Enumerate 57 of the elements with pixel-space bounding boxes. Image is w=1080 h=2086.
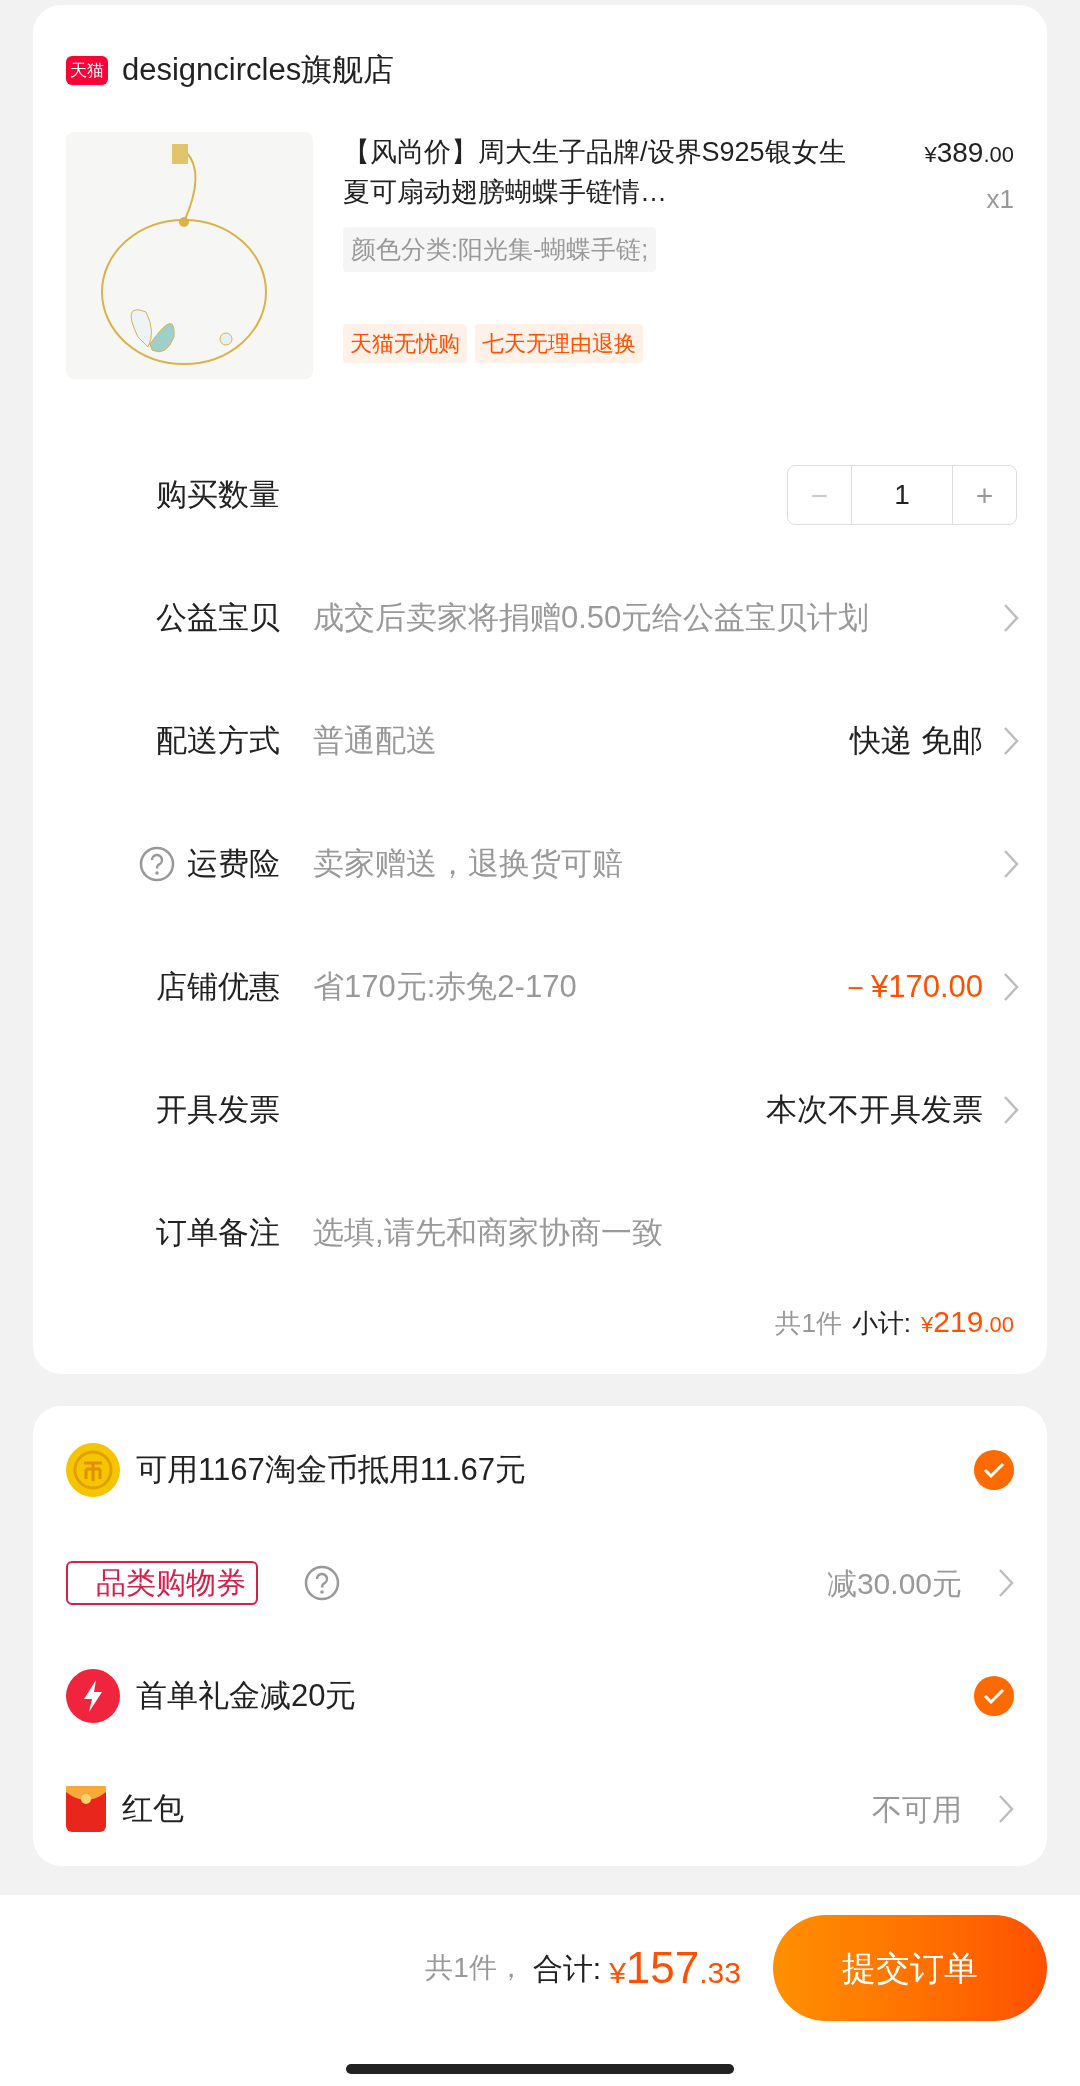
chevron-right-icon	[1003, 849, 1019, 879]
coupon-tag: 品类购物券	[66, 1561, 258, 1605]
chevron-right-icon	[998, 1794, 1014, 1824]
help-icon[interactable]	[304, 1565, 340, 1601]
benefit-value: 不可用	[872, 1791, 962, 1828]
store-badge: 天猫	[66, 55, 108, 85]
chevron-right-icon	[998, 1568, 1014, 1598]
benefit-label: 可用1167淘金币抵用11.67元	[136, 1450, 526, 1489]
row-label: 购买数量	[156, 475, 280, 514]
row-value: 卖家赠送，退换货可赔	[313, 845, 624, 883]
row-value: 普通配送	[313, 722, 438, 760]
row-label: 公益宝贝	[156, 598, 280, 637]
chevron-right-icon	[1003, 726, 1019, 756]
note-input-field[interactable]: 选填,请先和商家协商一致	[313, 1209, 1019, 1257]
option-row[interactable]: 本次不开具发票	[280, 1086, 1019, 1134]
option-row[interactable]: 卖家赠送，退换货可赔	[280, 841, 1019, 887]
subtotal-amount: ¥219.00	[921, 1303, 1014, 1340]
help-icon[interactable]	[139, 846, 175, 882]
row-detail: 快递 免邮	[850, 721, 983, 760]
coin-icon	[66, 1443, 120, 1497]
option-row[interactable]: 成交后卖家将捐赠0.50元给公益宝贝计划	[280, 595, 1019, 641]
total-label: 合计:	[532, 1950, 602, 1987]
row-label: 开具发票	[156, 1090, 280, 1129]
row-value: 省170元:赤兔2-170	[313, 968, 578, 1006]
row-detail: 本次不开具发票	[766, 1090, 983, 1129]
subtotal-label: 小计:	[851, 1306, 912, 1340]
row-label: 店铺优惠	[156, 967, 280, 1006]
total-count: 共1件，	[425, 1951, 525, 1985]
product-price: ¥389.00	[924, 135, 1014, 170]
service-tag: 七天无理由退换	[475, 324, 643, 363]
increase-button[interactable]: +	[952, 466, 1016, 524]
sku-option[interactable]: 颜色分类:阳光集-蝴蝶手链;	[343, 226, 657, 272]
row-label: 配送方式	[156, 721, 280, 760]
checkbox[interactable]	[974, 1676, 1014, 1716]
row-label: 运费险	[187, 844, 280, 883]
store-name[interactable]: designcircles旗舰店	[122, 47, 395, 94]
chevron-right-icon	[1003, 1095, 1019, 1125]
product-quantity: x1	[986, 182, 1014, 216]
benefit-value: 减30.00元	[826, 1565, 962, 1602]
row-detail: －¥170.00	[839, 967, 983, 1006]
option-row[interactable]: 普通配送 快递 免邮	[280, 717, 1019, 765]
item-count: 共1件	[775, 1306, 842, 1340]
benefit-label: 首单礼金减20元	[136, 1676, 357, 1715]
checkbox[interactable]	[974, 1450, 1014, 1490]
row-value: 成交后卖家将捐赠0.50元给公益宝贝计划	[313, 599, 871, 637]
row-label: 订单备注	[156, 1213, 280, 1252]
chevron-right-icon	[1003, 972, 1019, 1002]
submit-order-button[interactable]: 提交订单	[773, 1915, 1047, 2021]
total-amount: ¥157.33	[609, 1942, 741, 1994]
lightning-icon	[66, 1669, 120, 1723]
option-row[interactable]: 省170元:赤兔2-170 －¥170.00	[280, 963, 1019, 1011]
chevron-right-icon	[1003, 603, 1019, 633]
quantity-value[interactable]: 1	[852, 466, 952, 524]
service-tag: 天猫无忧购	[343, 324, 467, 363]
benefit-label: 红包	[122, 1789, 184, 1828]
product-title[interactable]: 【风尚价】周大生子品牌/设界S925银女生夏可扇动翅膀蝴蝶手链情…	[343, 131, 848, 219]
envelope-icon	[66, 1786, 106, 1832]
